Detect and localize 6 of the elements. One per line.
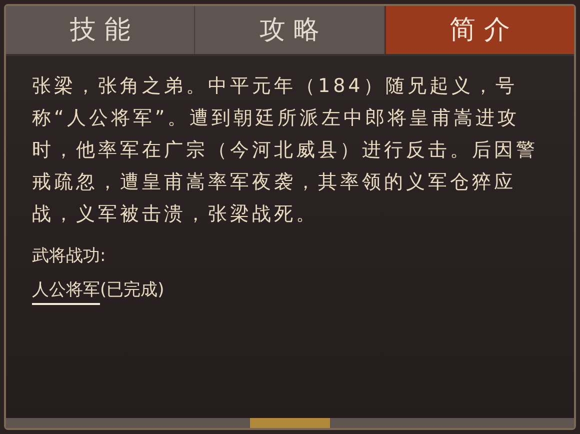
achievement-status: (已完成) — [100, 278, 164, 302]
achievements-heading: 武将战功: — [32, 245, 107, 268]
biography-text: 张梁，张角之弟。中平元年（184）随兄起义，号称“人公将军”。遭到朝廷所派左中郎将皇甫嵩进攻时，他率军在广宗（今河北威县）进行反击。后因警戒疏忽，遭皇甫嵩率军夜袭，其率领的义军仓猝应战，义军被击溃，张梁战死。 — [32, 74, 539, 227]
achievement-link[interactable]: 人公将军 — [32, 278, 100, 305]
tab[interactable]: 简 介 — [384, 6, 574, 54]
tab[interactable]: 技 能 — [6, 6, 196, 54]
